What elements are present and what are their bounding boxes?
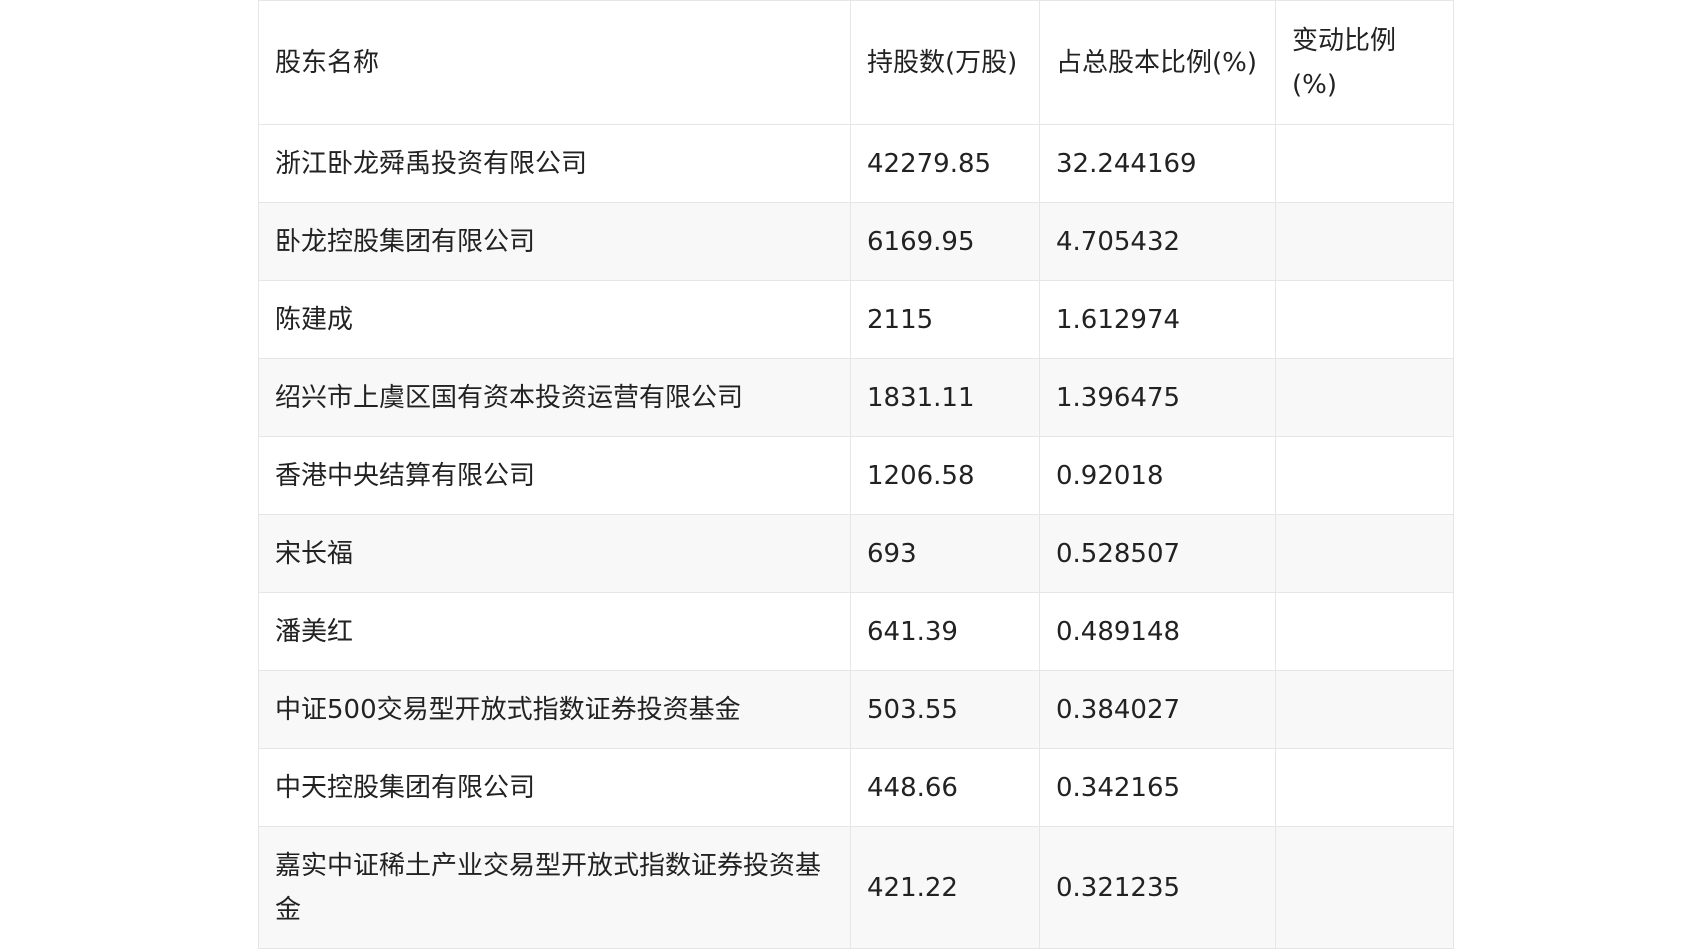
cell-shares: 1206.58 [850,436,1040,515]
cell-shares: 6169.95 [850,202,1040,281]
header-change: 变动比例(%) [1275,0,1454,125]
cell-change [1275,592,1454,671]
table-row: 绍兴市上虞区国有资本投资运营有限公司 1831.11 1.396475 [258,358,1454,437]
cell-ratio: 0.92018 [1039,436,1276,515]
cell-name: 宋长福 [258,514,851,593]
header-shares: 持股数(万股) [850,0,1040,125]
cell-change [1275,748,1454,827]
cell-ratio: 0.342165 [1039,748,1276,827]
table-header-row: 股东名称 持股数(万股) 占总股本比例(%) 变动比例(%) [258,0,1454,125]
cell-shares: 693 [850,514,1040,593]
cell-change [1275,436,1454,515]
cell-name: 卧龙控股集团有限公司 [258,202,851,281]
cell-name: 陈建成 [258,280,851,359]
cell-shares: 503.55 [850,670,1040,749]
cell-ratio: 0.489148 [1039,592,1276,671]
table-row: 嘉实中证稀土产业交易型开放式指数证券投资基金 421.22 0.321235 [258,826,1454,949]
table-row: 宋长福 693 0.528507 [258,514,1454,593]
table-row: 中证500交易型开放式指数证券投资基金 503.55 0.384027 [258,670,1454,749]
header-shareholder-name: 股东名称 [258,0,851,125]
cell-name: 香港中央结算有限公司 [258,436,851,515]
header-ratio: 占总股本比例(%) [1039,0,1276,125]
table-row: 浙江卧龙舜禹投资有限公司 42279.85 32.244169 [258,124,1454,203]
cell-name: 中天控股集团有限公司 [258,748,851,827]
table-row: 中天控股集团有限公司 448.66 0.342165 [258,748,1454,827]
table-row: 陈建成 2115 1.612974 [258,280,1454,359]
cell-ratio: 0.321235 [1039,826,1276,949]
cell-change [1275,514,1454,593]
shareholders-table: 股东名称 持股数(万股) 占总股本比例(%) 变动比例(%) 浙江卧龙舜禹投资有… [258,0,1454,949]
cell-change [1275,124,1454,203]
cell-name: 绍兴市上虞区国有资本投资运营有限公司 [258,358,851,437]
cell-name: 中证500交易型开放式指数证券投资基金 [258,670,851,749]
cell-change [1275,280,1454,359]
cell-ratio: 1.612974 [1039,280,1276,359]
cell-name: 嘉实中证稀土产业交易型开放式指数证券投资基金 [258,826,851,949]
cell-name: 浙江卧龙舜禹投资有限公司 [258,124,851,203]
cell-ratio: 32.244169 [1039,124,1276,203]
cell-change [1275,202,1454,281]
cell-shares: 2115 [850,280,1040,359]
cell-ratio: 0.528507 [1039,514,1276,593]
cell-ratio: 1.396475 [1039,358,1276,437]
cell-change [1275,670,1454,749]
cell-shares: 1831.11 [850,358,1040,437]
cell-name: 潘美红 [258,592,851,671]
shareholders-table-container: 股东名称 持股数(万股) 占总股本比例(%) 变动比例(%) 浙江卧龙舜禹投资有… [258,0,1454,949]
table-row: 潘美红 641.39 0.489148 [258,592,1454,671]
table-row: 卧龙控股集团有限公司 6169.95 4.705432 [258,202,1454,281]
cell-change [1275,358,1454,437]
cell-ratio: 0.384027 [1039,670,1276,749]
cell-ratio: 4.705432 [1039,202,1276,281]
cell-shares: 42279.85 [850,124,1040,203]
table-row: 香港中央结算有限公司 1206.58 0.92018 [258,436,1454,515]
cell-shares: 641.39 [850,592,1040,671]
cell-change [1275,826,1454,949]
cell-shares: 421.22 [850,826,1040,949]
cell-shares: 448.66 [850,748,1040,827]
